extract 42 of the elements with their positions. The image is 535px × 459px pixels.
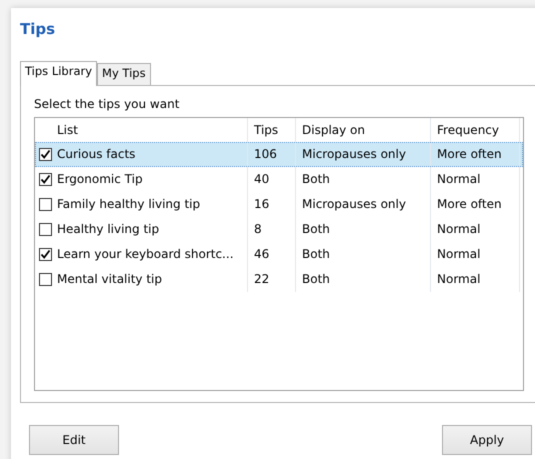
checkbox[interactable] bbox=[39, 248, 52, 261]
checkbox[interactable] bbox=[39, 273, 52, 286]
checkbox[interactable] bbox=[39, 148, 52, 161]
list-row[interactable]: Learn your keyboard shortc... 46 Both Normal bbox=[35, 242, 523, 267]
tab[interactable]: My Tips bbox=[97, 63, 151, 85]
list-row[interactable]: Curious facts 106 Micropauses only More often bbox=[35, 142, 523, 167]
table-cell: 40 bbox=[248, 167, 296, 192]
table-cell: Both bbox=[296, 242, 431, 267]
tip-list-name: Healthy living tip bbox=[57, 221, 160, 238]
checkbox[interactable] bbox=[39, 173, 52, 186]
table-cell: Normal bbox=[431, 167, 520, 192]
table-cell: More often bbox=[431, 192, 520, 217]
window-title: Tips bbox=[20, 19, 56, 40]
list-row[interactable]: Mental vitality tip 22 Both Normal bbox=[35, 267, 523, 292]
checkbox[interactable] bbox=[39, 198, 52, 211]
tip-list-name: Family healthy living tip bbox=[57, 196, 200, 213]
tab[interactable]: Tips Library bbox=[20, 61, 98, 86]
table-cell: 106 bbox=[248, 142, 296, 167]
tip-list-name: Ergonomic Tip bbox=[57, 171, 143, 188]
list-row[interactable]: Family healthy living tip 16 Micropauses only More often bbox=[35, 192, 523, 217]
table-cell: 46 bbox=[248, 242, 296, 267]
table-cell: 16 bbox=[248, 192, 296, 217]
table-cell: Micropauses only bbox=[296, 142, 431, 167]
table-cell: 8 bbox=[248, 217, 296, 242]
instruction-text: Select the tips you want bbox=[34, 97, 180, 113]
table-cell: More often bbox=[431, 142, 520, 167]
list-row[interactable]: Healthy living tip 8 Both Normal bbox=[35, 217, 523, 242]
table-cell: Both bbox=[296, 167, 431, 192]
tip-list-name: Learn your keyboard shortc... bbox=[57, 246, 234, 263]
table-cell: 22 bbox=[248, 267, 296, 292]
table-cell: Both bbox=[296, 217, 431, 242]
table-cell: Micropauses only bbox=[296, 192, 431, 217]
table-cell: Normal bbox=[431, 267, 520, 292]
list-row[interactable]: Ergonomic Tip 40 Both Normal bbox=[35, 167, 523, 192]
table-cell: Normal bbox=[431, 217, 520, 242]
tip-list-name: Mental vitality tip bbox=[57, 271, 162, 288]
table-cell: Normal bbox=[431, 242, 520, 267]
table-cell: Both bbox=[296, 267, 431, 292]
apply-button[interactable]: Apply bbox=[442, 425, 532, 455]
edit-button[interactable]: Edit bbox=[29, 425, 119, 455]
checkbox[interactable] bbox=[39, 223, 52, 236]
tip-list-name: Curious facts bbox=[57, 146, 136, 163]
